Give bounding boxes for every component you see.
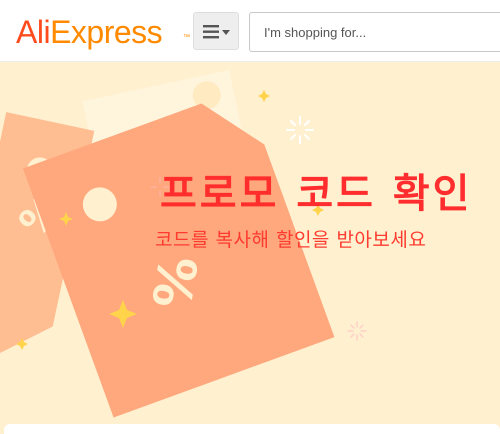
promo-title: 프로모 코드 확인 [160, 171, 473, 217]
burst-icon [286, 116, 314, 144]
promo-subtitle: 코드를 복사해 할인을 받아보세요 [155, 229, 427, 251]
promo-banner: % % [0, 62, 500, 429]
burst-icon [347, 321, 367, 341]
chevron-down-icon [222, 30, 230, 35]
aliexpress-logo[interactable]: AliExpress ™ [16, 12, 190, 52]
category-menu-button[interactable] [193, 12, 239, 50]
svg-text:%: % [143, 252, 211, 314]
search-input[interactable] [249, 12, 500, 52]
logo-express-text: Express [50, 14, 163, 50]
hamburger-menu-icon [203, 25, 230, 39]
header: AliExpress ™ [0, 0, 500, 62]
logo-ali-text: Ali [16, 14, 51, 50]
logo-trademark: ™ [183, 34, 190, 41]
content-card-edge [4, 424, 500, 434]
